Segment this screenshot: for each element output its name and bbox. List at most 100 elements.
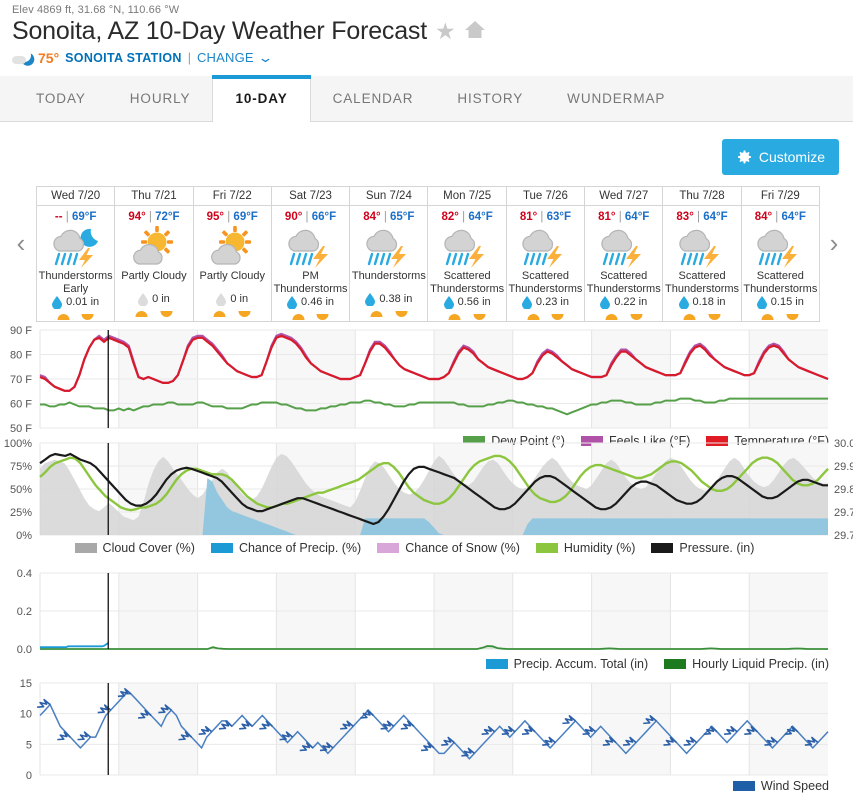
sunset-icon (238, 305, 251, 323)
tab-wundermap[interactable]: WUNDERMAP (545, 76, 687, 121)
tab-10-day[interactable]: 10-DAY (212, 75, 311, 122)
station-name[interactable]: SONOITA STATION (65, 51, 182, 65)
chevron-down-icon[interactable]: ⌄ (257, 50, 273, 66)
precipitation-chart[interactable]: 0.4 0.2 0.0 Precip. Accum. Total (in) Hour… (0, 565, 853, 671)
day-condition: Partly Cloudy (121, 270, 187, 282)
legend-item[interactable]: Humidity (%) (535, 541, 636, 555)
day-low: 69°F (233, 211, 258, 223)
legend-label: Pressure. (in) (679, 541, 755, 555)
day-condition: Thunderstorms Early (38, 270, 113, 295)
tab-today[interactable]: TODAY (14, 76, 108, 121)
separator: | (187, 50, 191, 65)
legend-item[interactable]: Cloud Cover (%) (74, 541, 195, 555)
sunset-icon (395, 305, 408, 323)
forecast-day-card[interactable]: Wed 7/27 81° | 64°F Scattered Thundersto… (585, 187, 664, 321)
tab-hourly[interactable]: HOURLY (108, 76, 213, 121)
water-drop-icon (216, 293, 227, 307)
forecast-day-card[interactable]: Thu 7/21 94° | 72°F Partly Cloudy 0 in (115, 187, 194, 321)
legend-item[interactable]: Precip. Accum. Total (in) (485, 657, 648, 671)
customize-label: Customize (758, 149, 825, 165)
forecast-day-card[interactable]: Tue 7/26 81° | 63°F Scattered Thundersto… (506, 187, 586, 321)
svg-text:75%: 75% (10, 461, 32, 473)
svg-text:70 F: 70 F (10, 374, 32, 386)
day-temps: 84° | 65°F (363, 206, 414, 225)
forecast-day-card[interactable]: Sun 7/24 84° | 65°F Thunderstorms 0.38 i… (350, 187, 429, 321)
day-high: 90° (284, 211, 303, 223)
legend-item[interactable]: Pressure. (in) (651, 541, 754, 555)
day-low: 64°F (703, 211, 728, 223)
legend-item[interactable]: Chance of Precip. (%) (210, 541, 362, 555)
forecast-day-card[interactable]: Thu 7/28 83° | 64°F Scattered Thundersto… (663, 187, 742, 321)
day-high: 83° (676, 211, 694, 223)
legend-swatch (664, 659, 687, 669)
legend-label: Wind Speed (760, 779, 829, 793)
sunrise-sunset-row (350, 307, 427, 321)
day-high: 94° (128, 211, 146, 223)
legend-item[interactable]: Chance of Snow (%) (377, 541, 520, 555)
day-precip-amount: 0 in (230, 293, 249, 305)
customize-button[interactable]: Customize (721, 139, 839, 175)
forecast-day-card[interactable]: Mon 7/25 82° | 64°F Scattered Thundersto… (428, 187, 507, 321)
change-station-link[interactable]: CHANGE (197, 50, 254, 65)
legend-label: Chance of Precip. (%) (238, 541, 362, 555)
star-icon[interactable]: ★ (435, 19, 456, 43)
svg-text:0.2: 0.2 (17, 606, 32, 618)
temp-separator: | (305, 211, 309, 223)
legend-swatch (732, 781, 755, 791)
legend-swatch (535, 543, 558, 553)
precipitation-plot: 0.4 0.2 0.0 (17, 568, 828, 656)
day-low: 69°F (71, 211, 97, 223)
day-precip-amount: 0.23 in (535, 296, 569, 308)
legend-label: Hourly Liquid Precip. (in) (692, 657, 829, 671)
day-condition: PM Thunderstorms (273, 270, 348, 295)
forecast-day-card[interactable]: Fri 7/22 95° | 69°F Partly Cloudy 0 in (193, 187, 272, 323)
forecast-day-list: Wed 7/20 -- | 69°F Thunderstorms Early 0… (36, 186, 820, 322)
day-name: Wed 7/20 (37, 187, 115, 206)
day-precip: 0.38 in (365, 293, 412, 307)
day-name: Sat 7/23 (271, 187, 350, 206)
legend-label: Chance of Snow (%) (405, 541, 520, 555)
legend-swatch (651, 543, 674, 553)
tab-history[interactable]: HISTORY (435, 76, 545, 121)
svg-text:50%: 50% (10, 484, 32, 496)
legend-swatch (377, 543, 400, 553)
temp-separator: | (383, 211, 387, 223)
day-name: Wed 7/27 (585, 187, 663, 206)
day-precip: 0 in (216, 293, 249, 307)
day-low: 64°F (781, 211, 806, 223)
next-days-arrow[interactable]: › (821, 226, 847, 260)
day-name: Thu 7/21 (115, 187, 193, 206)
day-temps: 94° | 72°F (128, 206, 179, 225)
day-temps: 90° | 66°F (285, 206, 336, 225)
humidity-cloud-pressure-chart[interactable]: 100% 75% 50% 25% 0% 30.05 29.96 29.88 29.79 29.70… (0, 437, 853, 555)
tabs: TODAY HOURLY 10-DAY CALENDAR HISTORY WUN… (0, 75, 853, 122)
prev-days-arrow[interactable]: ‹ (8, 226, 34, 260)
forecast-day-card[interactable]: Fri 7/29 84° | 64°F Scattered Thundersto… (741, 187, 819, 321)
water-drop-icon (521, 296, 532, 310)
forecast-day-card[interactable]: Wed 7/20 -- | 69°F Thunderstorms Early 0… (37, 187, 116, 321)
svg-text:80 F: 80 F (10, 350, 32, 362)
day-precip-amount: 0 in (152, 293, 170, 305)
sunrise-icon (213, 305, 226, 323)
legend-item[interactable]: Hourly Liquid Precip. (in) (664, 657, 829, 671)
wind-chart[interactable]: 15 10 5 0 → Wind Speed (0, 675, 853, 793)
temp-separator: | (462, 211, 466, 223)
tab-calendar[interactable]: CALENDAR (311, 76, 436, 121)
legend-label: Humidity (%) (563, 541, 636, 555)
svg-text:50 F: 50 F (10, 423, 32, 434)
day-precip-amount: 0.01 in (66, 296, 100, 308)
thunderstorms-icon (597, 226, 651, 268)
svg-text:0%: 0% (16, 530, 32, 541)
thunderstorms-icon (675, 226, 729, 268)
partly-cloudy-icon (127, 226, 181, 268)
water-drop-icon (756, 296, 767, 310)
day-high: 84° (363, 211, 381, 223)
wind-plot: 15 10 5 0 → (20, 678, 829, 779)
forecast-day-card[interactable]: Sat 7/23 90° | 66°F PM Thunderstorms 0.4… (271, 187, 351, 321)
water-drop-icon (138, 293, 149, 307)
day-low: 65°F (390, 211, 415, 223)
legend-item[interactable]: Wind Speed (732, 779, 829, 793)
home-icon[interactable] (464, 20, 486, 43)
temperature-chart[interactable]: 90 F 80 F 70 F 60 F 50 F Dew Point (°) Feels… (0, 322, 853, 448)
thunderstorms-icon (440, 226, 494, 268)
